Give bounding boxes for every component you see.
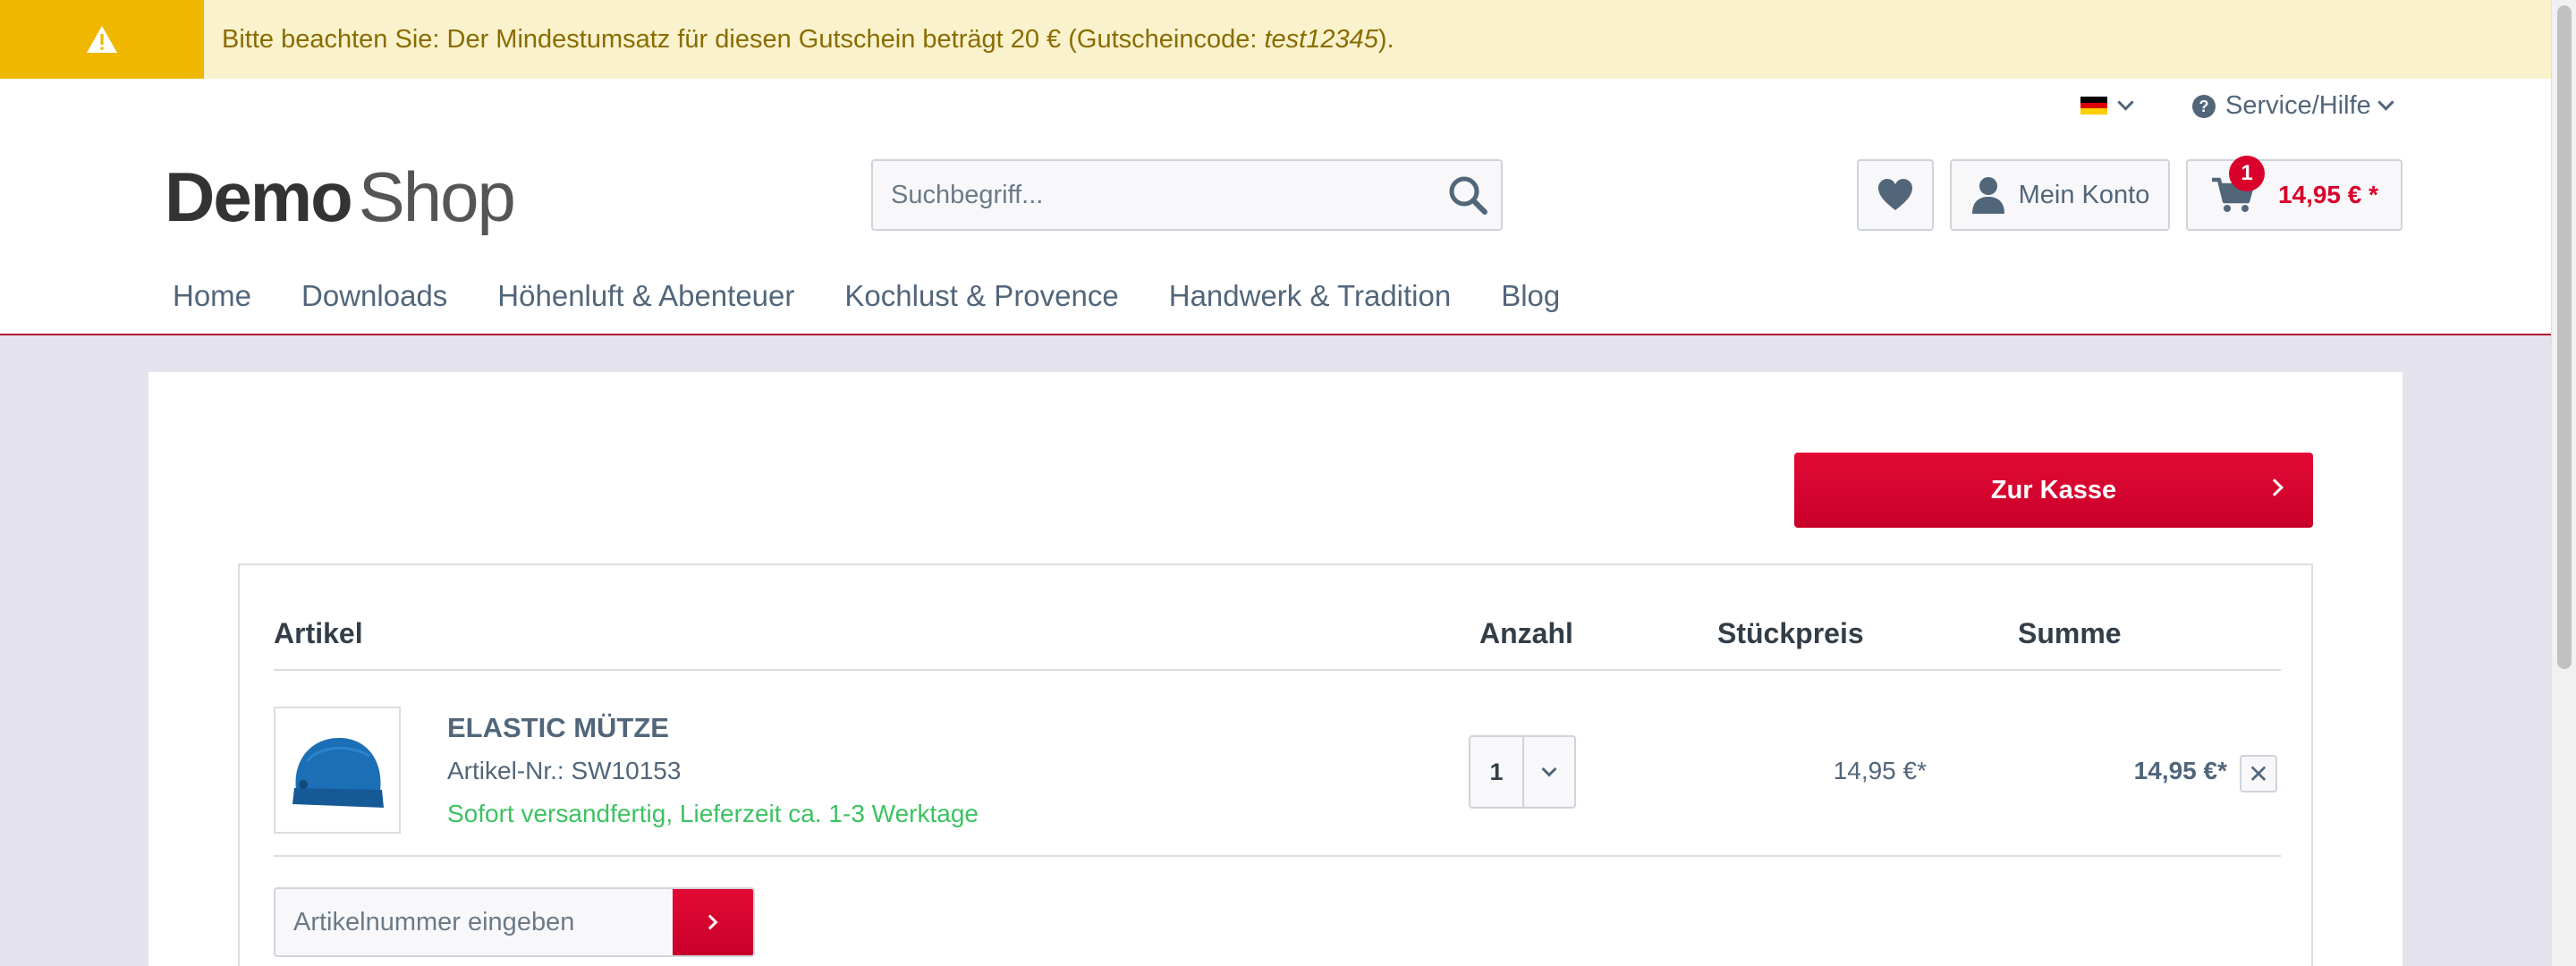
article-number-input[interactable] xyxy=(275,889,674,955)
chevron-down-icon xyxy=(1524,737,1574,807)
cart-count-badge: 1 xyxy=(2229,156,2265,191)
chevron-down-icon xyxy=(2377,94,2394,111)
header-divider xyxy=(274,669,2281,671)
nav-item-home[interactable]: Home xyxy=(173,279,251,313)
close-icon: ✕ xyxy=(2248,759,2269,788)
cart-button[interactable]: 14,95 € * 1 xyxy=(2186,156,2402,231)
service-label: Service/Hilfe xyxy=(2225,91,2371,120)
checkout-button[interactable]: Zur Kasse xyxy=(1794,453,2313,528)
logo-bold: Demo xyxy=(165,157,353,236)
cart-table: Artikel Anzahl Stückpreis Summe ELASTIC … xyxy=(238,564,2313,966)
account-label: Mein Konto xyxy=(2018,180,2150,209)
quantity-select[interactable]: 1 xyxy=(1469,735,1576,809)
chevron-right-icon xyxy=(2266,479,2284,496)
help-circle-icon: ? xyxy=(2192,94,2216,118)
heart-icon xyxy=(1878,179,1912,210)
logo-light: Shop xyxy=(358,157,516,236)
header-sum: Summe xyxy=(2018,617,2122,649)
main-navigation: Home Downloads Höhenluft & Abenteuer Koc… xyxy=(173,279,1610,313)
notice-text: Bitte beachten Sie: Der Mindestumsatz fü… xyxy=(222,25,1394,54)
scrollbar-thumb[interactable] xyxy=(2557,5,2572,669)
page-scrollbar[interactable] xyxy=(2551,0,2576,966)
service-menu[interactable]: ? Service/Hilfe xyxy=(2191,91,2394,121)
cart-content: Zur Kasse Artikel Anzahl Stückpreis Summ… xyxy=(148,372,2402,966)
search-input[interactable] xyxy=(873,161,1428,229)
nav-item-hoehenluft[interactable]: Höhenluft & Abenteuer xyxy=(497,279,794,313)
beanie-image xyxy=(292,738,384,808)
nav-item-downloads[interactable]: Downloads xyxy=(301,279,447,313)
header-unit-price: Stückpreis xyxy=(1717,617,1864,649)
quantity-value: 1 xyxy=(1470,737,1524,807)
notice-icon-box xyxy=(0,0,204,79)
nav-item-kochlust[interactable]: Kochlust & Provence xyxy=(844,279,1118,313)
product-name[interactable]: ELASTIC MÜTZE xyxy=(447,712,669,744)
search-button[interactable] xyxy=(1444,172,1492,218)
header-article: Artikel xyxy=(274,617,363,649)
chevron-down-icon xyxy=(2117,93,2134,111)
checkout-label: Zur Kasse xyxy=(1990,475,2117,504)
search-box xyxy=(871,159,1503,231)
wishlist-button[interactable] xyxy=(1857,159,1934,231)
site-header: ? Service/Hilfe DemoShop Mein Konto xyxy=(0,79,2551,335)
add-article-button[interactable] xyxy=(673,889,753,955)
warning-icon xyxy=(87,26,117,53)
row-divider xyxy=(274,855,2281,857)
remove-item-button[interactable]: ✕ xyxy=(2240,755,2277,792)
row-sum: 14,95 €* xyxy=(2133,757,2227,784)
user-icon xyxy=(1971,177,2004,214)
cart-total: 14,95 € * xyxy=(2277,181,2379,208)
flag-de-icon xyxy=(2080,97,2107,115)
nav-item-handwerk[interactable]: Handwerk & Tradition xyxy=(1169,279,1451,313)
header-quantity: Anzahl xyxy=(1479,617,1573,649)
language-switcher[interactable] xyxy=(2080,93,2134,115)
unit-price: 14,95 €* xyxy=(1833,757,1927,784)
coupon-notice: Bitte beachten Sie: Der Mindestumsatz fü… xyxy=(0,0,2551,79)
shop-logo[interactable]: Demo Shop xyxy=(165,152,516,242)
product-delivery-status: Sofort versandfertig, Lieferzeit ca. 1-3… xyxy=(447,800,979,827)
account-button[interactable]: Mein Konto xyxy=(1950,159,2170,231)
nav-item-blog[interactable]: Blog xyxy=(1501,279,1560,313)
chevron-right-icon xyxy=(702,914,718,930)
svg-text:?: ? xyxy=(2199,97,2209,115)
add-article-form xyxy=(274,887,755,957)
search-icon xyxy=(1449,176,1487,215)
product-article-number: Artikel-Nr.: SW10153 xyxy=(447,757,682,784)
coupon-code: test12345 xyxy=(1264,25,1378,54)
product-thumbnail[interactable] xyxy=(274,707,401,834)
